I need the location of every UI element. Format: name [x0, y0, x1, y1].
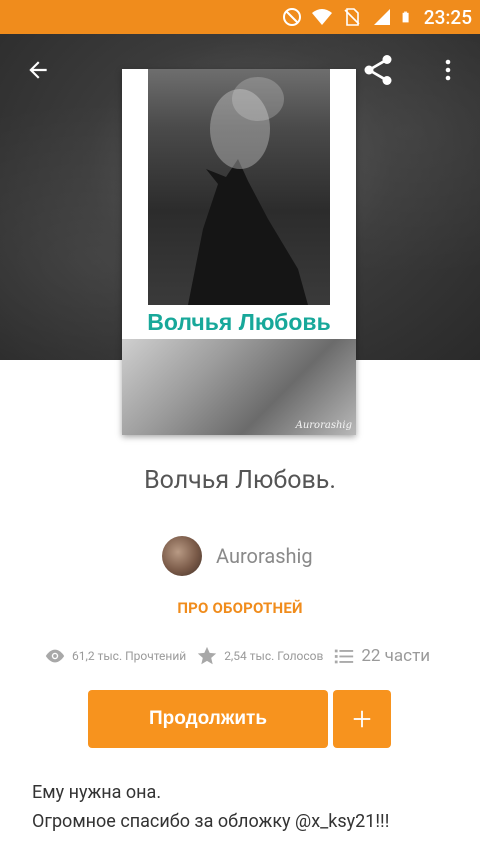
add-to-library-button[interactable] — [333, 690, 391, 748]
continue-reading-button[interactable]: Продолжить — [88, 690, 328, 748]
author-name[interactable]: Aurorashig — [216, 544, 313, 568]
book-title: Волчья Любовь. — [144, 466, 336, 495]
plus-icon — [353, 710, 371, 728]
do-not-disturb-icon — [282, 8, 301, 26]
status-icons: 23:25 — [282, 0, 472, 34]
parts-count[interactable]: 22 части — [361, 646, 430, 666]
votes-stat: 2,54 тыс. Голосов — [196, 645, 323, 667]
share-button[interactable] — [358, 50, 398, 90]
cover-photo: Aurorashig — [122, 339, 356, 435]
book-description: Ему нужна она. Огромное спасибо за облож… — [32, 778, 452, 836]
reads-count: 61,2 тыс. Прочтений — [72, 649, 187, 663]
battery-icon — [402, 11, 409, 23]
book-stats: 61,2 тыс. Прочтений 2,54 тыс. Голосов 22… — [44, 644, 430, 668]
no-sim-icon — [344, 8, 360, 26]
signal-icon — [373, 9, 390, 25]
author-link[interactable]: Aurorashig — [162, 536, 313, 576]
wolf-illustration — [188, 77, 308, 305]
description-line-1: Ему нужна она. — [32, 782, 162, 803]
list-icon — [335, 649, 354, 664]
cover-signature: Aurorashig — [295, 420, 352, 431]
wifi-icon — [311, 9, 332, 25]
status-bar: 23:25 — [0, 0, 480, 34]
parts-stat[interactable]: 22 части — [333, 645, 430, 667]
more-vert-icon — [445, 59, 451, 81]
arrow-back-icon — [29, 61, 47, 79]
votes-count: 2,54 тыс. Голосов — [224, 649, 324, 663]
reads-stat: 61,2 тыс. Прочтений — [44, 645, 186, 667]
cover-title: Волчья Любовь — [147, 309, 331, 335]
description-line-2: Огромное спасибо за обложку @x_ksy21!!! — [32, 811, 390, 832]
eye-icon — [45, 649, 65, 663]
avatar[interactable] — [162, 536, 202, 576]
share-icon — [364, 55, 392, 85]
category-tag[interactable]: ПРО ОБОРОТНЕЙ — [0, 599, 480, 617]
book-cover[interactable]: Волчья Любовь Aurorashig — [122, 69, 356, 435]
back-button[interactable] — [18, 50, 58, 90]
star-icon — [198, 646, 217, 665]
more-options-button[interactable] — [428, 50, 468, 90]
clock: 23:25 — [423, 5, 472, 29]
cover-wolf-image — [148, 69, 330, 305]
